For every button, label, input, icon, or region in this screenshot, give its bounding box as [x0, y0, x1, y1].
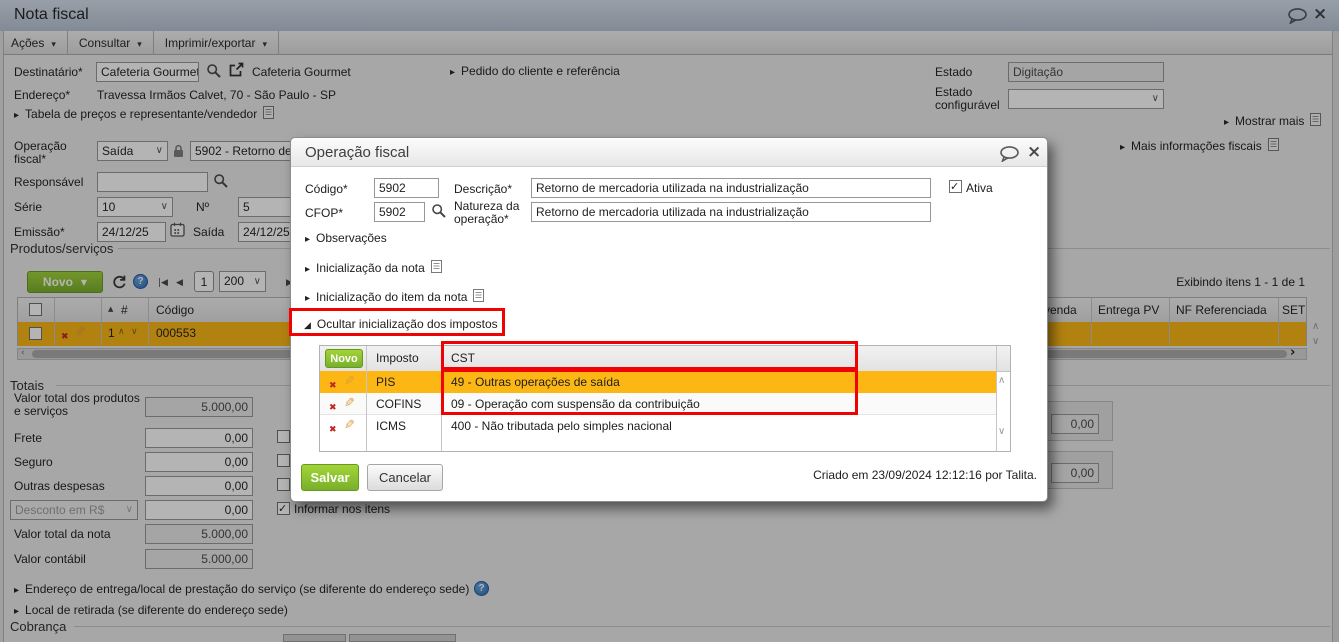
natureza-operacao-label: Natureza da operação*	[454, 199, 520, 226]
descricao-input[interactable]: Retorno de mercadoria utilizada na indus…	[531, 178, 931, 198]
salvar-button[interactable]: Salvar	[301, 464, 359, 491]
document-icon	[430, 260, 442, 276]
created-by-text: Criado em 23/09/2024 12:12:16 por Talita…	[813, 468, 1037, 482]
close-icon[interactable]: ×	[1027, 142, 1041, 162]
inicializacao-nota-toggle[interactable]: Inicialização da nota	[305, 260, 442, 276]
imposto-cell: COFINS	[376, 397, 422, 411]
delete-row-icon[interactable]	[329, 399, 337, 413]
edit-row-icon[interactable]	[344, 396, 355, 411]
cfop-label: CFOP*	[305, 206, 344, 220]
observacoes-toggle[interactable]: Observações	[305, 231, 387, 245]
edit-row-icon[interactable]	[344, 418, 355, 433]
novo-imposto-button[interactable]: Novo	[325, 349, 363, 368]
annotation-box-cst-rows	[441, 369, 858, 415]
nota-fiscal-window: Nota fiscal × Ações Consultar Imprimir/e…	[0, 0, 1339, 642]
edit-row-icon[interactable]	[344, 374, 355, 389]
document-icon	[473, 289, 485, 305]
triangle-right-icon	[305, 231, 310, 245]
ativa-checkbox[interactable]	[949, 180, 962, 193]
annotation-box-cst-header	[441, 341, 858, 370]
cst-cell: 400 - Não tributada pelo simples naciona…	[451, 419, 672, 433]
col-imposto-header[interactable]: Imposto	[376, 352, 419, 365]
inicializacao-item-toggle[interactable]: Inicialização do item da nota	[305, 289, 485, 305]
cfop-input[interactable]: 5902	[374, 202, 425, 222]
scroll-up-icon[interactable]: ∧	[998, 376, 1005, 386]
imposto-cell: ICMS	[376, 419, 406, 433]
imposto-cell: PIS	[376, 375, 396, 389]
dialog-titlebar: Operação fiscal ×	[291, 138, 1047, 167]
triangle-right-icon	[305, 261, 310, 275]
delete-row-icon[interactable]	[329, 421, 337, 435]
scroll-down-icon[interactable]: ∨	[998, 427, 1005, 437]
codigo-input[interactable]: 5902	[374, 178, 439, 198]
delete-row-icon[interactable]	[329, 377, 337, 391]
dialog-title: Operação fiscal	[305, 144, 410, 161]
ativa-label: Ativa	[966, 181, 993, 195]
search-icon[interactable]	[431, 203, 447, 222]
triangle-right-icon	[305, 290, 310, 304]
cancelar-button[interactable]: Cancelar	[367, 464, 443, 491]
annotation-box-ocultar-impostos	[289, 308, 505, 336]
codigo-label: Código*	[305, 182, 348, 196]
comment-icon[interactable]	[999, 146, 1020, 165]
natureza-operacao-input[interactable]: Retorno de mercadoria utilizada na indus…	[531, 202, 931, 222]
descricao-label: Descrição*	[454, 182, 513, 196]
